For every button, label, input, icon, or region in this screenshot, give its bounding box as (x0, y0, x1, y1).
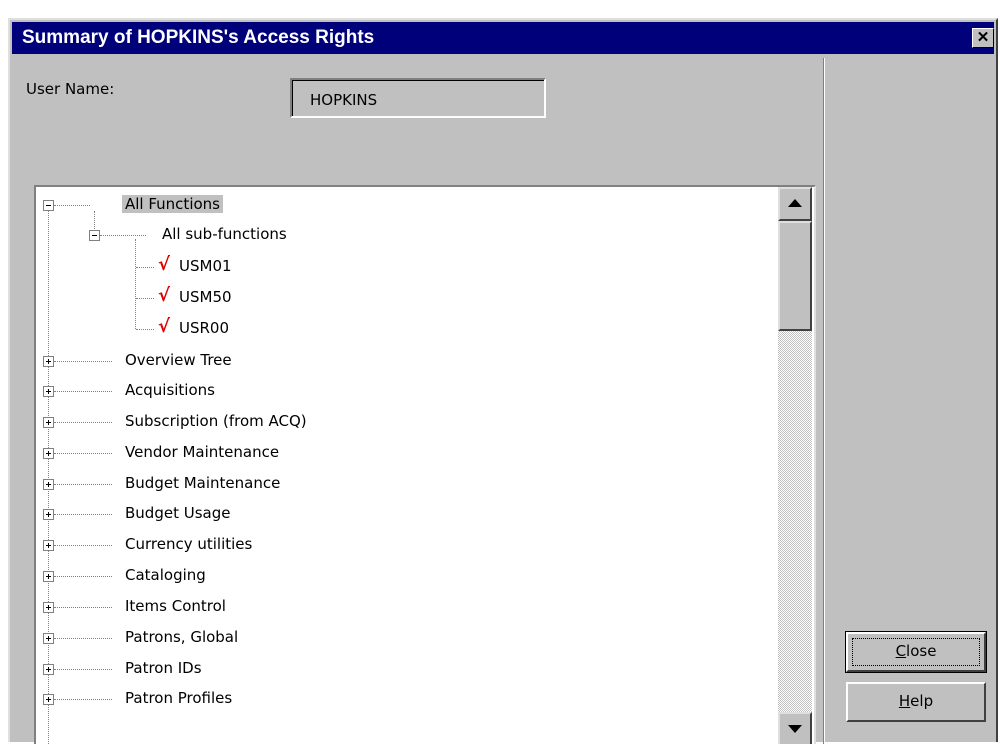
tree-node-patron-ids[interactable]: Patron IDs (36, 657, 776, 683)
tree-node-vendor-maintenance[interactable]: Vendor Maintenance (36, 441, 776, 467)
close-button[interactable]: Close (845, 631, 987, 673)
tree-vertical-scrollbar[interactable] (778, 187, 812, 744)
tree-leaf-label: USM50 (179, 288, 232, 306)
expand-icon[interactable] (43, 571, 54, 582)
arrow-up-icon (788, 199, 802, 207)
expand-icon[interactable] (43, 356, 54, 367)
tree-node-overview-tree[interactable]: Overview Tree (36, 349, 776, 375)
title-bar[interactable]: Summary of HOPKINS's Access Rights ✕ (12, 22, 994, 54)
scroll-up-button[interactable] (778, 187, 812, 221)
tree-node-label: All Functions (122, 195, 223, 213)
tree-node-patron-profiles[interactable]: Patron Profiles (36, 687, 776, 713)
tree-node-budget-usage[interactable]: Budget Usage (36, 502, 776, 528)
scroll-down-button[interactable] (778, 712, 812, 744)
user-name-label: User Name: (26, 80, 115, 98)
tree-node-label: Patron IDs (125, 659, 202, 677)
focus-rect (852, 638, 980, 666)
expand-icon[interactable] (43, 633, 54, 644)
expand-icon[interactable] (43, 664, 54, 675)
help-button[interactable]: Help (846, 682, 986, 722)
collapse-icon[interactable] (43, 200, 54, 211)
expand-icon[interactable] (43, 540, 54, 551)
access-rights-tree[interactable]: All Functions All sub-functions √ USM01 … (34, 185, 816, 744)
collapse-icon[interactable] (89, 230, 100, 241)
tree-node-label: Vendor Maintenance (125, 443, 280, 461)
checkmark-icon: √ (158, 254, 171, 275)
help-button-mnemonic: H (898, 692, 911, 710)
tree-node-label: Patron Profiles (125, 689, 233, 707)
tree-node-budget-maintenance[interactable]: Budget Maintenance (36, 472, 776, 498)
tree-leaf-label: USR00 (179, 319, 230, 337)
expand-icon[interactable] (43, 479, 54, 490)
tree-leaf-usm01[interactable]: √ USM01 (36, 254, 776, 281)
expand-icon[interactable] (43, 602, 54, 613)
tree-node-label: Cataloging (125, 566, 206, 584)
tree-node-items-control[interactable]: Items Control (36, 595, 776, 621)
tree-leaf-usr00[interactable]: √ USR00 (36, 316, 776, 343)
tree-node-acquisitions[interactable]: Acquisitions (36, 379, 776, 405)
tree-node-label: Overview Tree (125, 351, 232, 369)
tree-node-cataloging[interactable]: Cataloging (36, 564, 776, 590)
tree-node-label: Subscription (from ACQ) (125, 412, 307, 430)
tree-node-label: Acquisitions (125, 381, 215, 399)
tree-leaf-usm50[interactable]: √ USM50 (36, 285, 776, 312)
tree-node-label: Budget Maintenance (125, 474, 281, 492)
tree-node-subscription[interactable]: Subscription (from ACQ) (36, 410, 776, 436)
access-rights-dialog: Summary of HOPKINS's Access Rights ✕ Use… (8, 18, 998, 744)
tree-node-label: Patrons, Global (125, 628, 239, 646)
tree-node-all-sub-functions[interactable]: All sub-functions (36, 223, 776, 249)
expand-icon[interactable] (43, 694, 54, 705)
user-name-value: HOPKINS (310, 91, 378, 109)
tree-node-label: All sub-functions (162, 225, 287, 243)
checkmark-icon: √ (158, 285, 171, 306)
tree-node-currency-utilities[interactable]: Currency utilities (36, 533, 776, 559)
expand-icon[interactable] (43, 417, 54, 428)
tree-viewport: All Functions All sub-functions √ USM01 … (36, 187, 776, 744)
help-button-label: elp (910, 692, 934, 710)
tree-node-all-functions[interactable]: All Functions (36, 193, 776, 219)
tree-node-label: Currency utilities (125, 535, 253, 553)
dialog-title: Summary of HOPKINS's Access Rights (22, 27, 375, 48)
expand-icon[interactable] (43, 386, 54, 397)
expand-icon[interactable] (43, 448, 54, 459)
user-name-field: HOPKINS (290, 78, 546, 118)
tree-leaf-label: USM01 (179, 257, 232, 275)
tree-node-label: Items Control (125, 597, 226, 615)
checkmark-icon: √ (158, 316, 171, 337)
tree-node-label: Budget Usage (125, 504, 231, 522)
tree-node-patrons-global[interactable]: Patrons, Global (36, 626, 776, 652)
close-window-icon[interactable]: ✕ (972, 28, 994, 48)
scrollbar-thumb[interactable] (778, 221, 812, 331)
expand-icon[interactable] (43, 509, 54, 520)
arrow-down-icon (788, 725, 802, 733)
vertical-divider (823, 58, 825, 744)
